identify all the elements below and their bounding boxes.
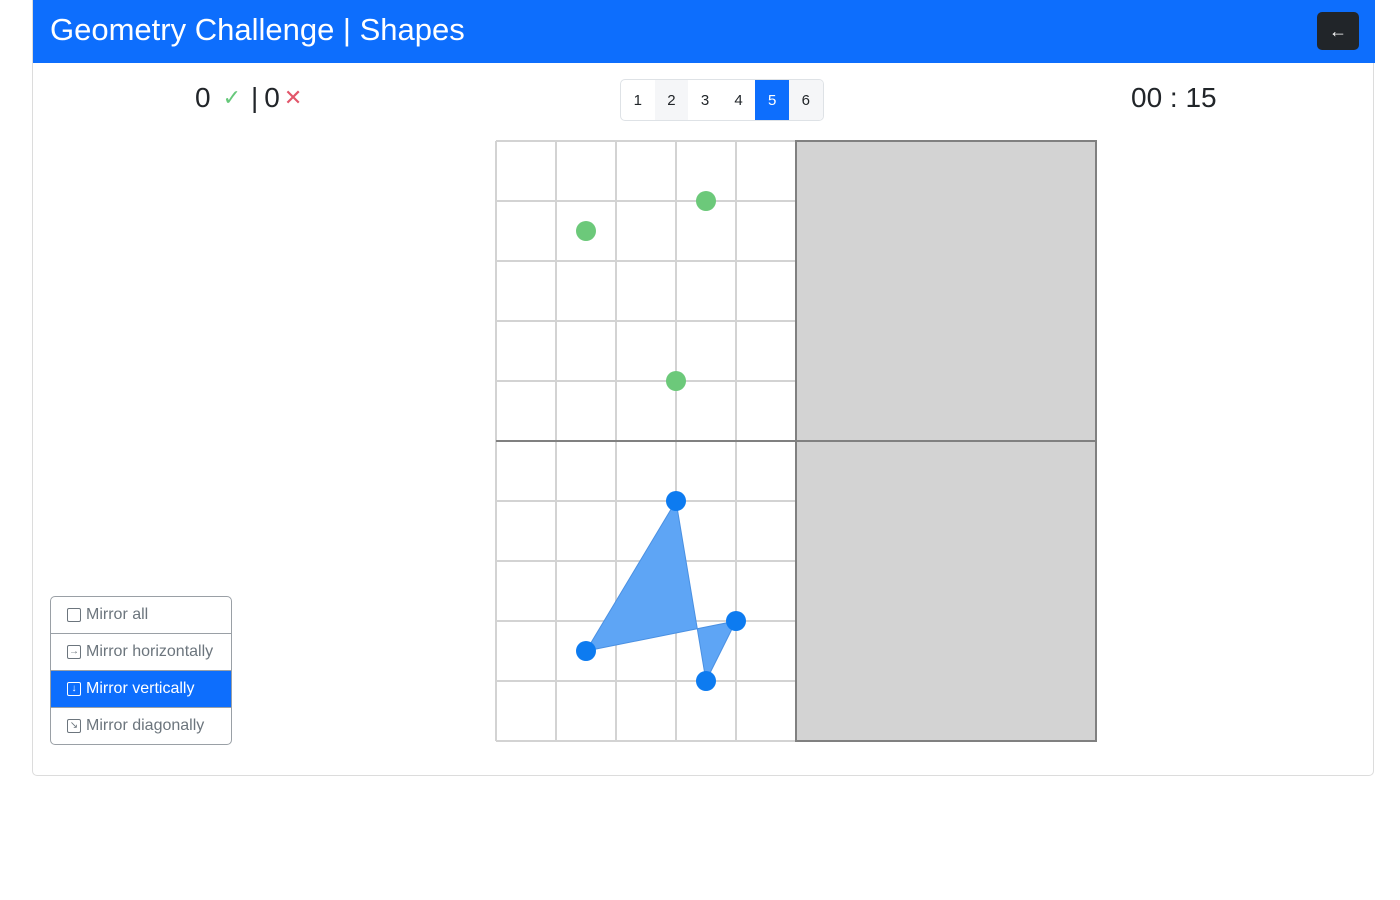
- shape-vertex-2[interactable]: [576, 641, 596, 661]
- mirror-option-label: Mirror horizontally: [86, 643, 214, 660]
- target-point-2[interactable]: [696, 191, 716, 211]
- page-title: Geometry Challenge | Shapes: [50, 12, 465, 47]
- shape-vertex-4[interactable]: [696, 671, 716, 691]
- game-board[interactable]: [495, 140, 1097, 747]
- correct-count: 0: [195, 82, 211, 113]
- mirror-options-list: Mirror all → Mirror horizontally ↓ Mirro…: [50, 596, 232, 745]
- score-separator: |: [251, 82, 259, 113]
- target-point-3[interactable]: [666, 371, 686, 391]
- arrow-right-box-icon: →: [67, 645, 81, 659]
- page-6-button[interactable]: 6: [788, 80, 823, 120]
- mirror-all-option[interactable]: Mirror all: [51, 597, 231, 634]
- page-1-button[interactable]: 1: [621, 80, 655, 120]
- back-button[interactable]: ←: [1317, 12, 1359, 50]
- header-bar: Geometry Challenge | Shapes ←: [33, 0, 1375, 63]
- mirror-option-label: Mirror diagonally: [86, 717, 205, 734]
- arrow-diagonal-box-icon: ↘: [67, 719, 81, 733]
- board-canvas[interactable]: [495, 140, 1097, 742]
- timer: 00 : 15: [1131, 82, 1217, 113]
- shape-polygon: [584, 499, 737, 683]
- mirror-diagonally-option[interactable]: ↘ Mirror diagonally: [51, 708, 231, 744]
- page-3-button[interactable]: 3: [688, 80, 722, 120]
- cross-icon: ✕: [283, 85, 303, 110]
- mirror-vertically-option[interactable]: ↓ Mirror vertically: [51, 671, 231, 708]
- game-card: Geometry Challenge | Shapes ← 0 ✓ | 0 ✕ …: [32, 0, 1375, 776]
- target-point-1[interactable]: [576, 221, 596, 241]
- check-icon: ✓: [222, 85, 242, 110]
- shape-vertex-1[interactable]: [666, 491, 686, 511]
- level-pagination: 1 2 3 4 5 6: [620, 79, 824, 121]
- arrow-left-icon: ←: [1329, 20, 1347, 41]
- score-display: 0 ✓ | 0 ✕: [195, 80, 302, 116]
- mirror-horizontally-option[interactable]: → Mirror horizontally: [51, 634, 231, 671]
- checkbox-icon: [67, 608, 81, 622]
- page-4-button[interactable]: 4: [722, 80, 756, 120]
- page-2-button[interactable]: 2: [654, 80, 689, 120]
- page-5-button[interactable]: 5: [755, 80, 789, 120]
- wrong-count: 0: [264, 82, 280, 113]
- mirror-option-label: Mirror all: [86, 606, 149, 623]
- mirror-option-label: Mirror vertically: [86, 680, 195, 697]
- arrow-down-box-icon: ↓: [67, 682, 81, 696]
- shape-vertex-3[interactable]: [726, 611, 746, 631]
